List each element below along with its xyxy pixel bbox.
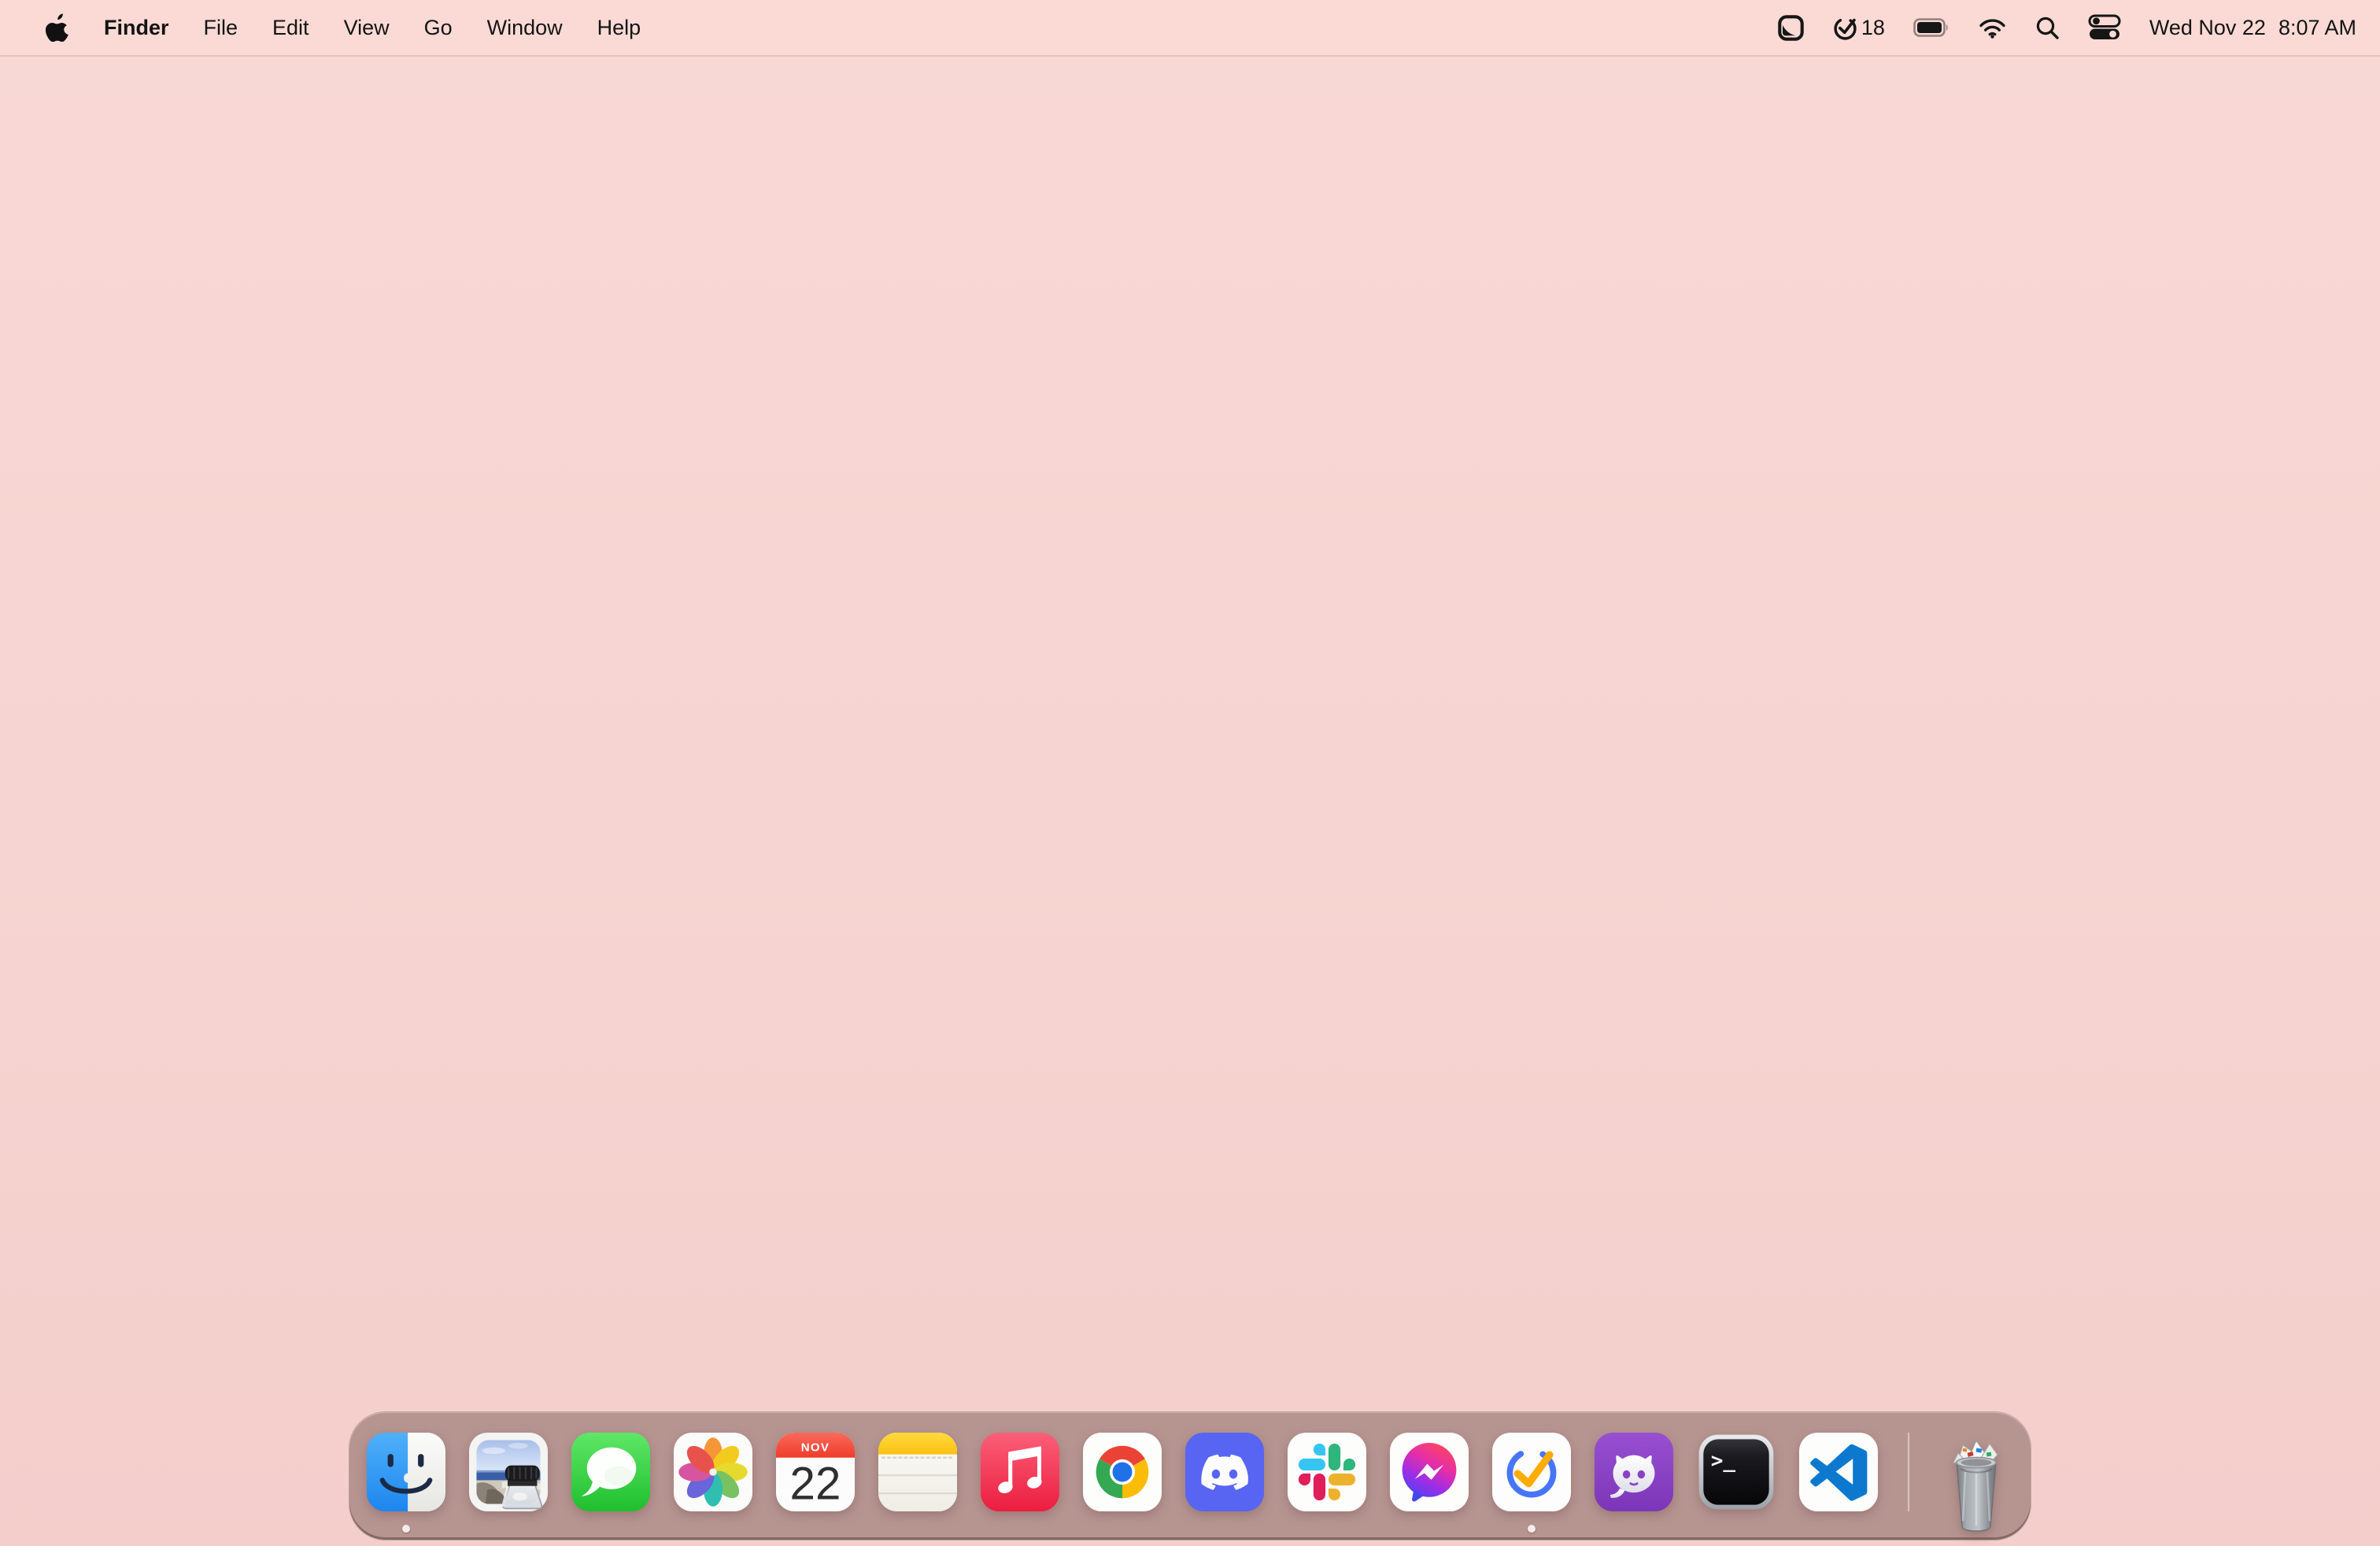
task-count: 18 [1861,15,1885,39]
ticktick-menu-extra[interactable]: 18 [1833,16,1885,40]
running-indicator [402,1525,410,1533]
terminal-icon: >_ [1698,1434,1774,1510]
terminal-prompt: >_ [1711,1449,1736,1473]
spotlight-search-icon [2036,17,2059,39]
menu-bar: Finder File Edit View Go Window Help 18 [0,0,2380,57]
battery-menu-extra[interactable] [1913,18,1949,37]
dock-item-notes[interactable] [878,1433,957,1511]
wifi-icon [1979,19,2005,39]
trash-full-icon [1953,1439,1998,1532]
clock-time: 8:07 AM [2278,15,2356,39]
menu-bar-status: 18 Wed Nov 22 8:07 AM [1777,14,2356,42]
notes-icon [878,1433,957,1511]
screenshot-menu-extra[interactable] [1777,14,1805,42]
finder-icon [367,1433,445,1511]
dock-item-ticktick[interactable] [1492,1433,1571,1533]
music-icon [981,1433,1059,1511]
dock-item-terminal[interactable]: >_ [1697,1433,1776,1511]
dock-item-discord[interactable] [1185,1433,1264,1511]
screenshot-flap-icon [1778,14,1804,41]
clock-date: Wed Nov 22 [2149,15,2266,39]
ticktick-icon [1492,1433,1571,1511]
ticktick-progress-icon [1834,17,1857,40]
apple-icon [46,13,68,42]
menu-window[interactable]: Window [470,0,580,55]
dock-separator[interactable] [1908,1433,1909,1511]
menu-bar-clock[interactable]: Wed Nov 22 8:07 AM [2149,16,2356,40]
github-icon [1595,1433,1673,1511]
dock-item-messages[interactable] [571,1433,650,1511]
dock-item-calendar[interactable]: NOV 22 [776,1433,855,1511]
dock-item-github[interactable] [1595,1433,1673,1511]
running-indicator [1528,1525,1536,1533]
vscode-icon [1799,1433,1878,1511]
dock-item-finder[interactable] [367,1433,445,1533]
menu-edit[interactable]: Edit [255,0,327,55]
chrome-icon [1083,1433,1162,1511]
dock-item-messenger[interactable] [1390,1433,1469,1511]
menu-view[interactable]: View [327,0,407,55]
dock-item-vscode[interactable] [1799,1433,1878,1511]
dock-item-preview[interactable] [469,1433,548,1511]
dock: NOV 22 >_ [349,1412,2031,1540]
calendar-icon: NOV 22 [776,1433,855,1511]
dock-background: NOV 22 >_ [349,1412,2031,1540]
spotlight-menu-extra[interactable] [2035,16,2060,40]
wifi-menu-extra[interactable] [1978,17,2007,39]
preview-icon [469,1433,548,1511]
messenger-icon [1390,1433,1469,1511]
dock-item-photos[interactable] [674,1433,752,1511]
menu-bar-left: Finder File Edit View Go Window Help [39,0,658,55]
photos-icon [674,1433,752,1511]
battery-icon [1913,18,1948,37]
dock-item-trash[interactable] [1939,1433,2013,1532]
calendar-day: 22 [790,1458,841,1509]
menu-help[interactable]: Help [580,0,659,55]
discord-icon [1185,1433,1264,1511]
dock-item-slack[interactable] [1288,1433,1366,1511]
messages-icon [571,1433,650,1511]
macos-desktop: { "menu_bar": { "app_name": "Finder", "m… [0,0,2380,1546]
slack-icon [1288,1433,1366,1511]
dock-item-music[interactable] [981,1433,1059,1511]
menu-go[interactable]: Go [407,0,470,55]
calendar-month: NOV [801,1441,830,1454]
menu-app-title[interactable]: Finder [87,0,187,55]
control-center-icon [2088,14,2121,39]
control-center-menu-extra[interactable] [2088,14,2121,41]
menu-file[interactable]: File [187,0,256,55]
apple-menu[interactable] [39,13,76,42]
dock-item-chrome[interactable] [1083,1433,1162,1511]
